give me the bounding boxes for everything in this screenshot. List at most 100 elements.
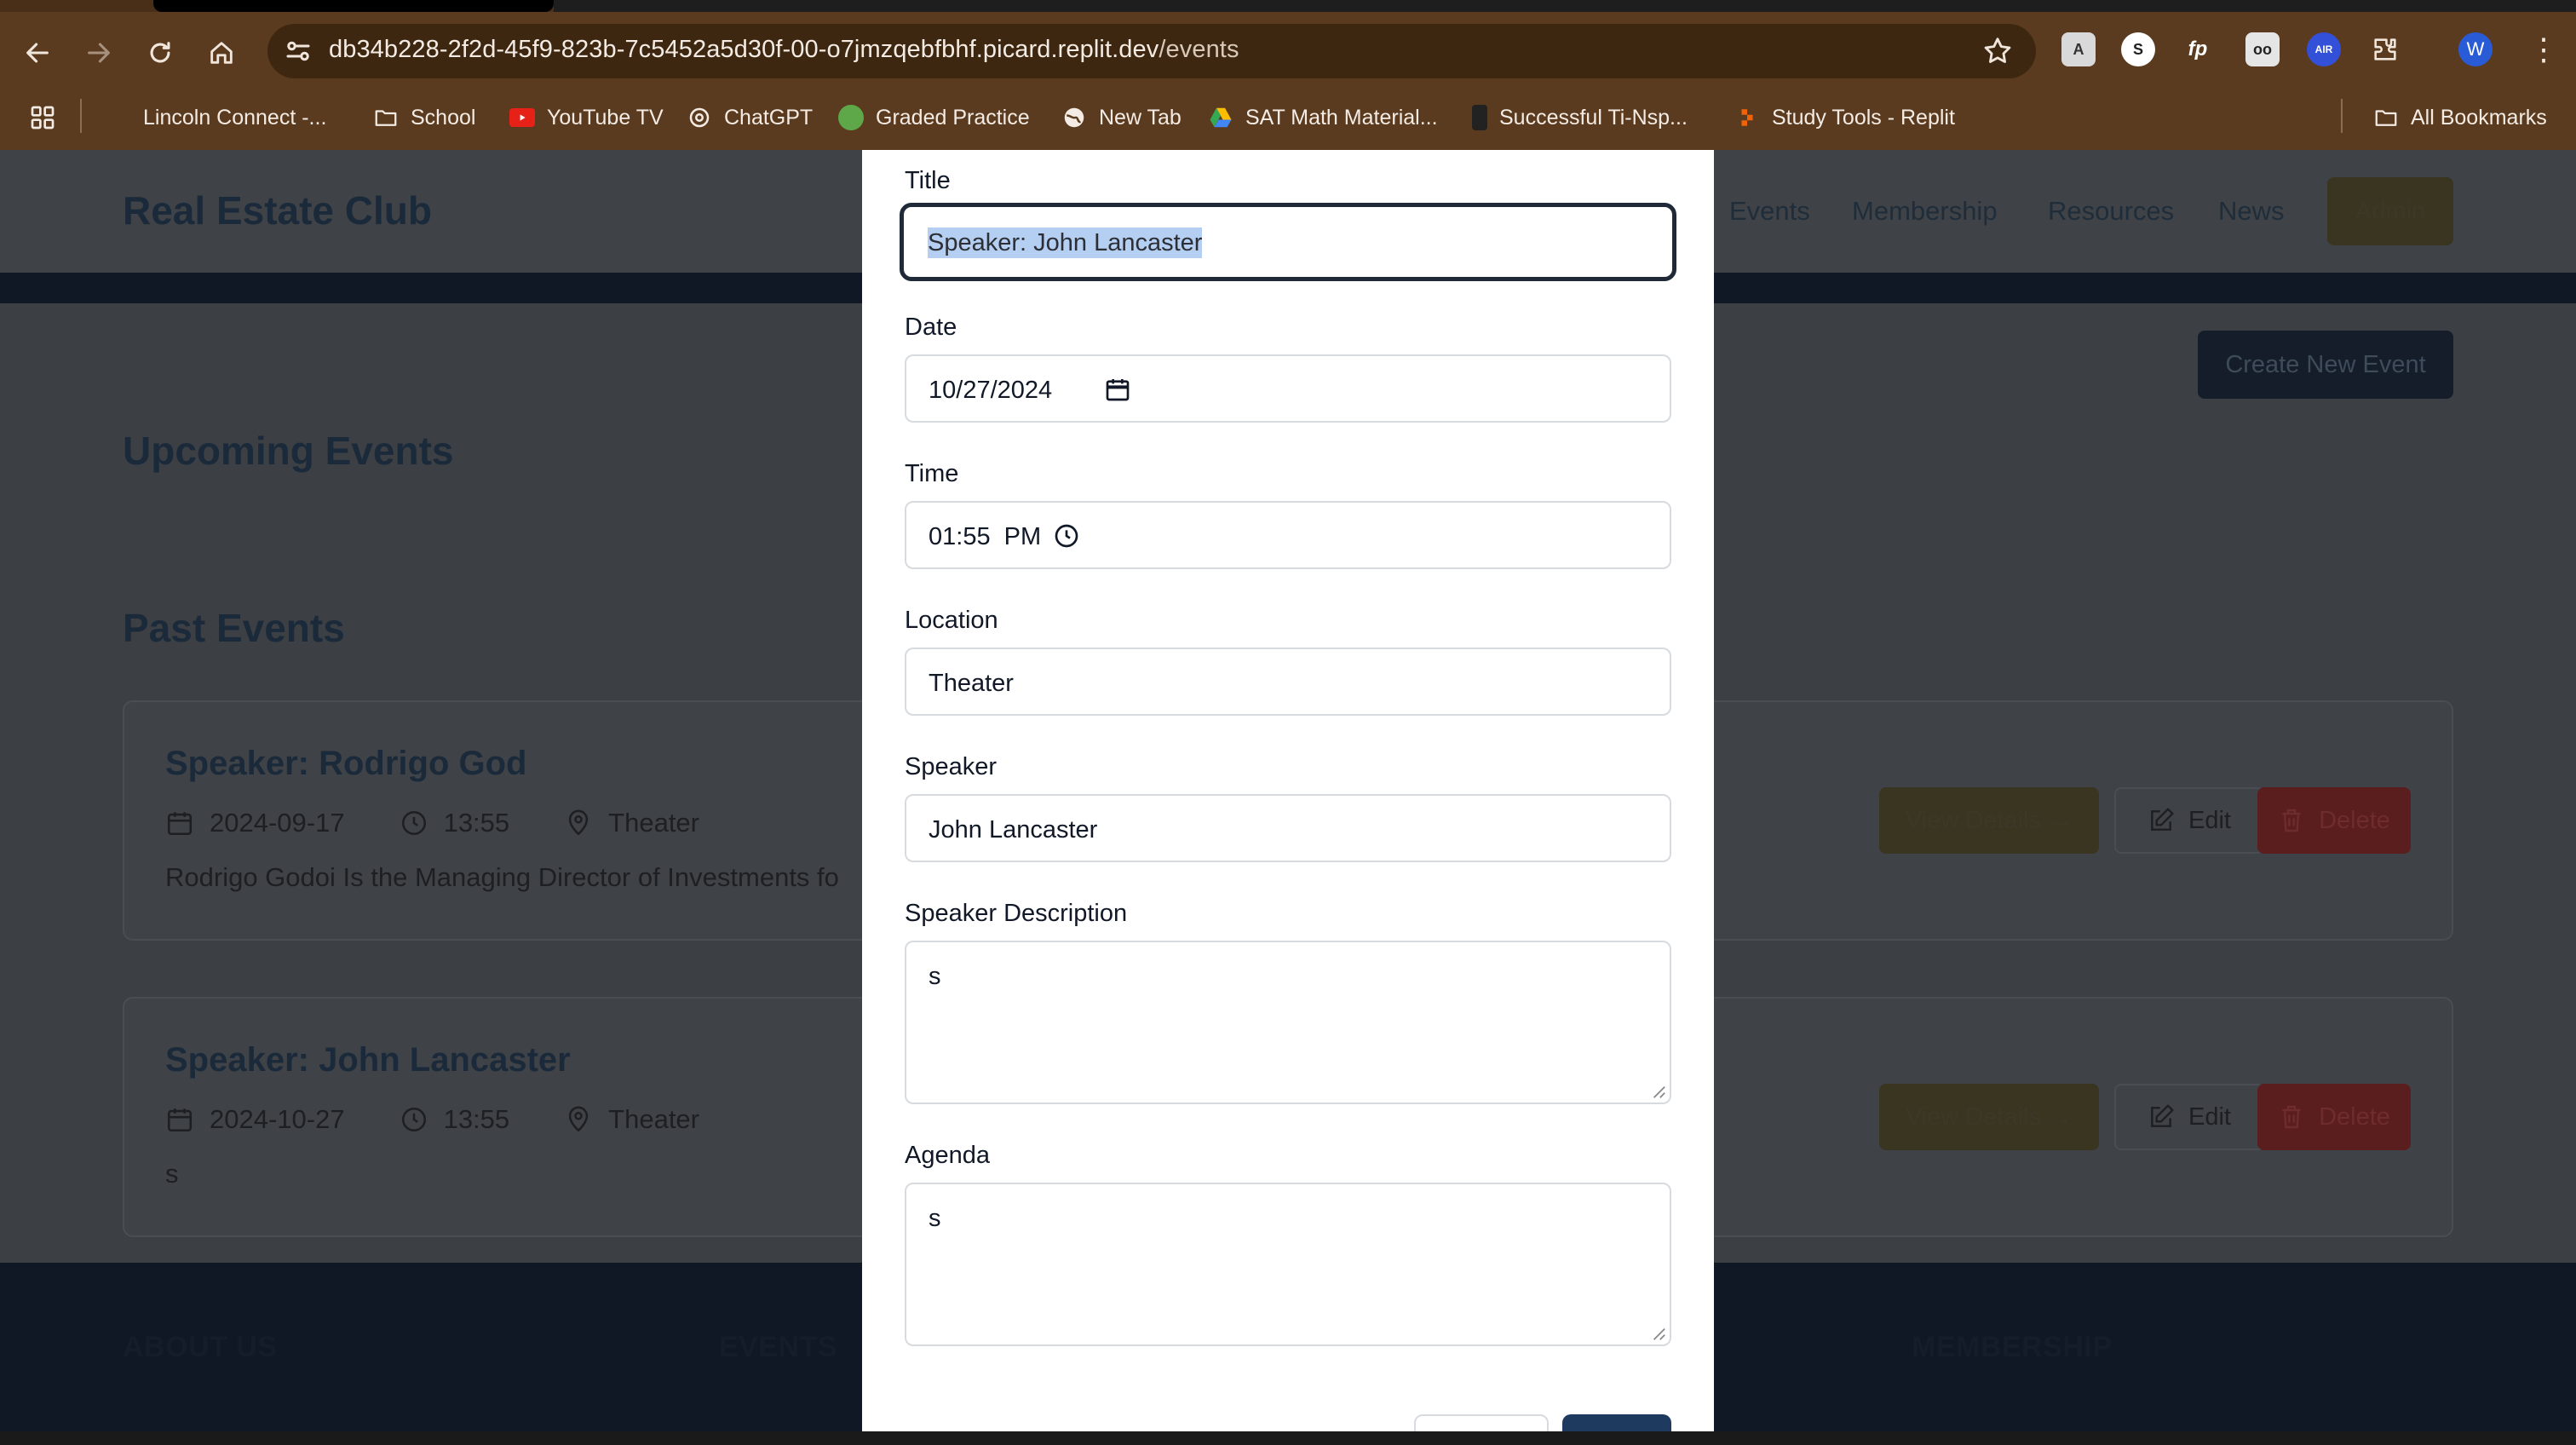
arrow-right-icon	[88, 43, 110, 63]
drive-icon	[1208, 105, 1233, 130]
save-button[interactable]	[1562, 1414, 1671, 1431]
agenda-value: s	[929, 1205, 941, 1232]
nav-resources[interactable]: Resources	[2048, 196, 2174, 227]
reload-button[interactable]	[136, 29, 184, 77]
agenda-label: Agenda	[905, 1142, 990, 1169]
edit-label: Edit	[2188, 806, 2231, 834]
all-bookmarks[interactable]: All Bookmarks	[2373, 102, 2547, 133]
profile-avatar[interactable]: W	[2458, 32, 2493, 66]
globe-icon	[1061, 105, 1087, 130]
bookmark-item[interactable]: Successful Ti-Nsp...	[1472, 102, 1688, 133]
delete-label: Delete	[2319, 806, 2390, 834]
past-events-title: Past Events	[123, 606, 345, 650]
event-location: Theater	[608, 1104, 699, 1134]
admin-button[interactable]: Admin	[2327, 177, 2453, 245]
bookmark-item[interactable]: Lincoln Connect -...	[107, 102, 326, 133]
home-button[interactable]	[198, 29, 245, 77]
bookmark-label: Lincoln Connect -...	[143, 105, 327, 130]
folder-icon	[373, 105, 399, 130]
bookmark-label: Successful Ti-Nsp...	[1499, 105, 1688, 130]
bookmark-item[interactable]: New Tab	[1061, 102, 1182, 133]
event-description: Rodrigo Godoi Is the Managing Director o…	[165, 862, 839, 892]
event-description: s	[165, 1159, 179, 1189]
date-label: Date	[905, 314, 957, 341]
url-host: db34b228-2f2d-45f9-823b-7c5452a5d30f-00-…	[329, 36, 1159, 63]
bookmark-star-icon[interactable]	[1981, 35, 2014, 67]
view-details-button[interactable]: View Details →	[1879, 1084, 2099, 1150]
view-details-button[interactable]: View Details →	[1879, 787, 2099, 854]
apps-grid-icon[interactable]	[29, 102, 56, 133]
date-value: 10/27/2024	[929, 377, 1053, 404]
site-info-icon[interactable]	[283, 36, 313, 66]
speaker-input[interactable]: John Lancaster	[905, 794, 1671, 862]
location-input[interactable]: Theater	[905, 648, 1671, 716]
edit-label: Edit	[2188, 1102, 2231, 1131]
event-title: Speaker: John Lancaster	[165, 1041, 571, 1079]
bookmarks-divider	[80, 99, 82, 133]
browser-chrome: db34b228-2f2d-45f9-823b-7c5452a5d30f-00-…	[0, 0, 2576, 150]
time-value: 01:55 PM	[929, 523, 1042, 550]
cancel-button[interactable]	[1414, 1414, 1549, 1431]
edit-event-modal: Title Speaker: John Lancaster Date 10/27…	[862, 150, 1714, 1431]
browser-menu-icon[interactable]: ⋮	[2527, 32, 2561, 66]
resize-grip-icon[interactable]	[1651, 1326, 1666, 1341]
event-meta: 2024-10-27 13:55 Theater	[165, 1104, 699, 1135]
bookmark-label: ChatGPT	[724, 105, 814, 130]
event-meta: 2024-09-17 13:55 Theater	[165, 808, 699, 838]
forward-button[interactable]	[75, 29, 123, 77]
title-input[interactable]: Speaker: John Lancaster	[900, 203, 1676, 281]
nav-news[interactable]: News	[2218, 196, 2285, 227]
bookmark-item[interactable]: School	[373, 102, 475, 133]
bookmark-item[interactable]: SAT Math Material...	[1208, 102, 1438, 133]
speaker-description-textarea[interactable]: s	[905, 941, 1671, 1104]
delete-label: Delete	[2319, 1102, 2390, 1131]
extension-air-icon[interactable]: AIR	[2307, 32, 2341, 66]
tab-strip	[0, 0, 2576, 12]
bookmark-item[interactable]: YouTube TV	[509, 102, 664, 133]
speaker-value: John Lancaster	[929, 816, 1098, 843]
nav-membership[interactable]: Membership	[1852, 196, 1998, 227]
footer-membership-heading: MEMBERSHIP	[1912, 1331, 2113, 1363]
bookmark-item[interactable]: Graded Practice	[838, 102, 1030, 133]
time-input[interactable]: 01:55 PM	[905, 501, 1671, 569]
bookmark-label: New Tab	[1099, 105, 1182, 130]
folder-icon	[2373, 105, 2399, 130]
speaker-description-value: s	[929, 963, 941, 990]
date-input[interactable]: 10/27/2024	[905, 354, 1671, 423]
event-time: 13:55	[443, 1104, 510, 1134]
edit-icon	[2151, 808, 2174, 831]
resize-grip-icon[interactable]	[1651, 1084, 1666, 1099]
upcoming-events-title: Upcoming Events	[123, 429, 454, 473]
extensions-puzzle-icon[interactable]	[2368, 32, 2402, 66]
bookmark-label: Graded Practice	[876, 105, 1030, 130]
extension-translate-icon[interactable]: A	[2061, 32, 2096, 66]
back-button[interactable]	[14, 29, 61, 77]
active-tab[interactable]	[153, 0, 554, 12]
title-label: Title	[905, 167, 951, 194]
extension-s-icon[interactable]: S	[2121, 32, 2155, 66]
site-brand[interactable]: Real Estate Club	[123, 187, 432, 233]
extension-fp-icon[interactable]: fp	[2181, 32, 2215, 66]
home-icon	[210, 42, 233, 64]
event-location: Theater	[608, 808, 699, 838]
event-time: 13:55	[443, 808, 510, 838]
nav-events[interactable]: Events	[1729, 196, 1810, 227]
extension-glasses-icon[interactable]: oo	[2245, 32, 2280, 66]
clock-picker-icon[interactable]	[1053, 522, 1080, 550]
address-bar[interactable]: db34b228-2f2d-45f9-823b-7c5452a5d30f-00-…	[267, 24, 2036, 78]
clock-icon	[401, 810, 426, 836]
delete-button[interactable]: Delete	[2257, 787, 2411, 854]
agenda-textarea[interactable]: s	[905, 1183, 1671, 1346]
inactive-tab-area[interactable]	[554, 0, 2576, 12]
edit-button[interactable]: Edit	[2114, 787, 2264, 854]
create-event-button[interactable]: Create New Event	[2198, 331, 2453, 399]
calendar-picker-icon[interactable]	[1104, 376, 1131, 403]
bookmark-item[interactable]: ChatGPT	[687, 102, 813, 133]
reload-icon	[150, 42, 170, 63]
edit-button[interactable]: Edit	[2114, 1084, 2264, 1150]
bookmark-item[interactable]: Study Tools - Replit	[1734, 102, 1955, 133]
url-path: /events	[1159, 36, 1239, 63]
event-date: 2024-09-17	[210, 808, 345, 838]
delete-button[interactable]: Delete	[2257, 1084, 2411, 1150]
bookmarks-bar: Lincoln Connect -... School YouTube TV C…	[0, 94, 2576, 141]
